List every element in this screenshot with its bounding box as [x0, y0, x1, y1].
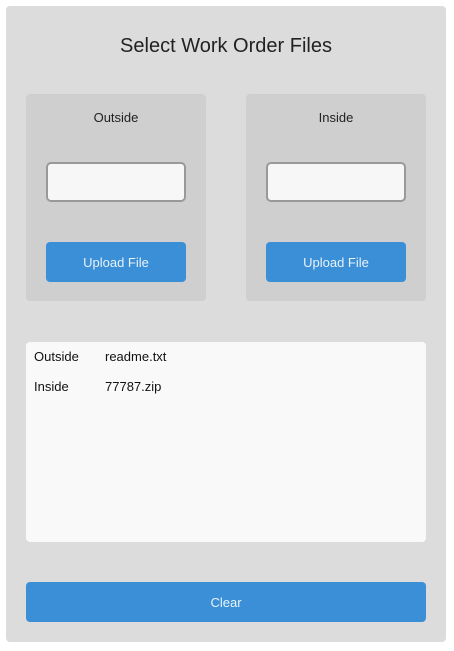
file-name: readme.txt	[105, 349, 167, 364]
outside-label: Outside	[93, 110, 139, 125]
inside-file-field[interactable]	[266, 162, 406, 202]
clear-button[interactable]: Clear	[26, 582, 426, 622]
file-side-label: Outside	[34, 349, 79, 364]
uploaded-file-list: Outside readme.txt Inside 77787.zip	[26, 342, 426, 542]
page-title: Select Work Order Files	[120, 35, 332, 57]
file-name: 77787.zip	[105, 379, 162, 394]
outside-upload-button[interactable]: Upload File	[46, 242, 186, 282]
work-order-panel: Select Work Order Files Outside Upload F…	[6, 6, 446, 642]
file-side-label: Inside	[34, 379, 69, 394]
inside-upload-card: Inside Upload File	[246, 94, 426, 301]
inside-upload-button[interactable]: Upload File	[266, 242, 406, 282]
inside-label: Inside	[318, 110, 354, 125]
outside-file-field[interactable]	[46, 162, 186, 202]
file-list-item: Inside 77787.zip	[26, 379, 426, 399]
file-list-item: Outside readme.txt	[26, 349, 426, 369]
outside-upload-card: Outside Upload File	[26, 94, 206, 301]
